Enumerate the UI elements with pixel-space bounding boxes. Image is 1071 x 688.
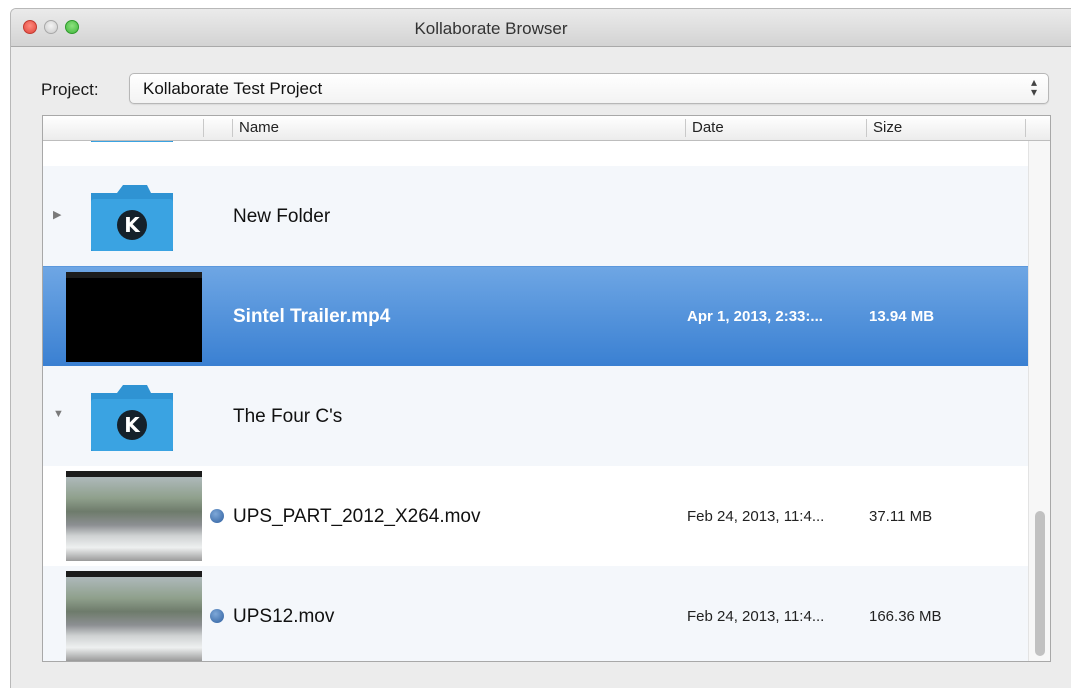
row-name: The Four C's [233,406,343,427]
disclosure-down-icon[interactable]: ▼ [53,408,64,420]
table-row[interactable] [43,141,1028,166]
browser-window: Kollaborate Browser Project: Kollaborate… [10,8,1071,688]
row-name: UPS_PART_2012_X264.mov [233,506,481,527]
table-row[interactable]: UPS_PART_2012_X264.mov Feb 24, 2013, 11:… [43,466,1028,566]
row-size: 13.94 MB [869,308,935,325]
table-row[interactable]: UPS12.mov Feb 24, 2013, 11:4... 166.36 M… [43,566,1028,661]
video-thumbnail [66,272,202,362]
status-dot-icon [210,609,224,623]
updown-arrows-icon: ▴ ▾ [1030,75,1038,99]
column-separator [203,119,204,137]
folder-icon: K [91,185,173,251]
title-bar: Kollaborate Browser [11,9,1071,47]
scrollbar-thumb[interactable] [1035,511,1045,656]
project-select[interactable]: Kollaborate Test Project ▴ ▾ [129,73,1049,104]
row-date: Feb 24, 2013, 11:4... [687,508,825,525]
status-dot-icon [210,509,224,523]
row-size: 166.36 MB [869,608,942,625]
file-table: Name Date Size ▶ K New Folder Sintel Tra… [42,115,1051,662]
table-header: Name Date Size [43,116,1050,141]
row-name: New Folder [233,206,331,227]
project-select-value: Kollaborate Test Project [143,79,323,98]
project-label: Project: [41,80,99,99]
thumbnail-letterbox [66,471,202,477]
table-row[interactable]: ▼ K The Four C's [43,366,1028,466]
video-thumbnail [66,471,202,561]
svg-text:K: K [124,213,141,237]
folder-icon: K [91,385,173,451]
column-header-date[interactable]: Date [685,119,724,137]
thumbnail-letterbox [66,272,202,278]
table-rows: ▶ K New Folder Sintel Trailer.mp4 Apr 1,… [43,141,1028,661]
column-header-name[interactable]: Name [232,119,279,137]
window-title: Kollaborate Browser [414,19,568,38]
thumbnail-letterbox [66,571,202,577]
row-name: UPS12.mov [233,606,335,627]
row-size: 37.11 MB [869,508,933,525]
row-date: Apr 1, 2013, 2:33:... [687,308,823,325]
disclosure-right-icon[interactable]: ▶ [53,208,61,221]
table-row[interactable]: ▶ K New Folder [43,166,1028,266]
column-header-size[interactable]: Size [866,119,902,137]
svg-text:K: K [124,413,141,437]
row-name: Sintel Trailer.mp4 [233,306,391,327]
column-separator [1025,119,1026,137]
video-thumbnail [66,571,202,661]
vertical-scrollbar[interactable] [1028,141,1050,661]
table-row[interactable]: Sintel Trailer.mp4 Apr 1, 2013, 2:33:...… [43,266,1028,366]
folder-icon [91,141,173,142]
row-date: Feb 24, 2013, 11:4... [687,608,825,625]
